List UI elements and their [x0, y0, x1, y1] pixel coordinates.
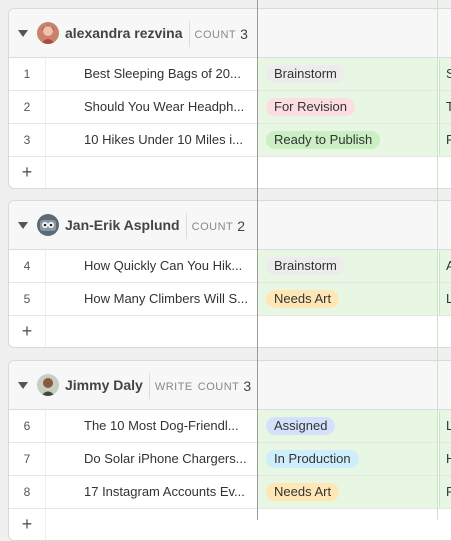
- status-pill: Needs Art: [266, 483, 340, 501]
- group-name: Jan-Erik Asplund: [65, 217, 180, 233]
- row-number-divider: [45, 283, 46, 315]
- add-record-icon[interactable]: +: [9, 509, 45, 539]
- count-label: COUNT: [191, 221, 234, 233]
- group-section: Jan-Erik Asplund COUNT 2 4 How Quickly Can Y…: [8, 200, 451, 348]
- frozen-column-divider[interactable]: [257, 0, 258, 520]
- next-column-cell[interactable]: F: [439, 124, 451, 156]
- table-row[interactable]: 6 The 10 Most Dog-Friendl... Assigned L: [9, 410, 451, 443]
- collapse-caret-icon[interactable]: [18, 382, 28, 389]
- add-record-row[interactable]: +: [9, 157, 451, 188]
- group-header-right-pane: [258, 201, 451, 249]
- next-column-cell[interactable]: A: [439, 250, 451, 282]
- next-column-cell[interactable]: T: [439, 91, 451, 123]
- row-number: 5: [23, 292, 31, 306]
- header-divider: [185, 213, 187, 239]
- status-pill: Assigned: [266, 417, 336, 435]
- column-divider: [437, 0, 438, 520]
- collapse-caret-icon[interactable]: [18, 30, 28, 37]
- row-number-divider: [45, 443, 46, 475]
- status-cell[interactable]: Needs Art: [258, 476, 438, 508]
- collapse-caret-icon[interactable]: [18, 222, 28, 229]
- group-header: Jimmy Daly WRITE COUNT 3: [9, 361, 451, 410]
- row-number-divider: [45, 157, 46, 188]
- status-cell[interactable]: For Revision: [258, 91, 438, 123]
- row-number: 6: [23, 419, 31, 433]
- row-number-divider: [45, 91, 46, 123]
- status-cell[interactable]: In Production: [258, 443, 438, 475]
- count-label: COUNT: [197, 381, 240, 393]
- title-cell[interactable]: 10 Hikes Under 10 Miles i...: [84, 124, 252, 156]
- robot-avatar: [37, 214, 59, 236]
- status-pill: In Production: [266, 450, 359, 468]
- table-row[interactable]: 5 How Many Climbers Will S... Needs Art L: [9, 283, 451, 316]
- next-column-cell[interactable]: F: [439, 476, 451, 508]
- row-number-divider: [45, 58, 46, 90]
- group-header-right-pane: [258, 361, 451, 409]
- title-cell[interactable]: How Many Climbers Will S...: [84, 283, 252, 315]
- status-pill: Brainstorm: [266, 65, 345, 83]
- row-number: 2: [23, 100, 31, 114]
- count-value: 3: [243, 378, 252, 394]
- add-record-icon[interactable]: +: [9, 316, 45, 346]
- table-row[interactable]: 4 How Quickly Can You Hik... Brainstorm A: [9, 250, 451, 283]
- status-pill: For Revision: [266, 98, 355, 116]
- status-cell[interactable]: Brainstorm: [258, 250, 438, 282]
- group-field-label: WRITE: [154, 381, 193, 393]
- table-row[interactable]: 2 Should You Wear Headph... For Revision T: [9, 91, 451, 124]
- title-cell[interactable]: 17 Instagram Accounts Ev...: [84, 476, 252, 508]
- count-value: 2: [237, 218, 246, 234]
- title-cell[interactable]: How Quickly Can You Hik...: [84, 250, 252, 282]
- title-cell[interactable]: Best Sleeping Bags of 20...: [84, 58, 252, 90]
- row-number: 4: [23, 259, 31, 273]
- status-cell[interactable]: Needs Art: [258, 283, 438, 315]
- woman-avatar: [37, 22, 59, 44]
- group-header-right-pane: [258, 9, 451, 57]
- row-number-divider: [45, 124, 46, 156]
- row-number-divider: [45, 410, 46, 442]
- row-number-divider: [45, 250, 46, 282]
- man-avatar: [37, 374, 59, 396]
- next-column-cell[interactable]: L: [439, 410, 451, 442]
- group-section: alexandra rezvina COUNT 3 1 Best Sleeping Ba…: [8, 8, 451, 189]
- next-column-cell[interactable]: S: [439, 58, 451, 90]
- group-header: alexandra rezvina COUNT 3: [9, 9, 451, 58]
- header-divider: [148, 373, 150, 399]
- table-row[interactable]: 8 17 Instagram Accounts Ev... Needs Art F: [9, 476, 451, 509]
- header-divider: [188, 21, 190, 47]
- count-label: COUNT: [194, 29, 237, 41]
- row-number: 3: [23, 133, 31, 147]
- row-number-divider: [45, 316, 46, 347]
- next-column-cell[interactable]: H: [439, 443, 451, 475]
- row-number: 8: [23, 485, 31, 499]
- status-cell[interactable]: Brainstorm: [258, 58, 438, 90]
- add-record-row[interactable]: +: [9, 316, 451, 347]
- add-record-icon[interactable]: +: [9, 157, 45, 187]
- next-column-cell[interactable]: L: [439, 283, 451, 315]
- status-pill: Needs Art: [266, 290, 340, 308]
- row-number-divider: [45, 476, 46, 508]
- group-name: alexandra rezvina: [65, 25, 183, 41]
- row-number: 1: [23, 67, 31, 81]
- title-cell[interactable]: Should You Wear Headph...: [84, 91, 252, 123]
- group-section: Jimmy Daly WRITE COUNT 3 6 The 10 Most Dog-Fr…: [8, 360, 451, 541]
- title-cell[interactable]: Do Solar iPhone Chargers...: [84, 443, 252, 475]
- group-name: Jimmy Daly: [65, 377, 143, 393]
- row-number: 7: [23, 452, 31, 466]
- count-value: 3: [240, 26, 248, 42]
- title-cell[interactable]: The 10 Most Dog-Friendl...: [84, 410, 252, 442]
- status-cell[interactable]: Assigned: [258, 410, 438, 442]
- table-row[interactable]: 1 Best Sleeping Bags of 20... Brainstorm S: [9, 58, 451, 91]
- table-row[interactable]: 7 Do Solar iPhone Chargers... In Productio…: [9, 443, 451, 476]
- table-row[interactable]: 3 10 Hikes Under 10 Miles i... Ready to Pu…: [9, 124, 451, 157]
- status-pill: Ready to Publish: [266, 131, 381, 149]
- row-number-divider: [45, 509, 46, 540]
- status-pill: Brainstorm: [266, 257, 345, 275]
- status-cell[interactable]: Ready to Publish: [258, 124, 438, 156]
- group-header: Jan-Erik Asplund COUNT 2: [9, 201, 451, 250]
- add-record-row[interactable]: +: [9, 509, 451, 540]
